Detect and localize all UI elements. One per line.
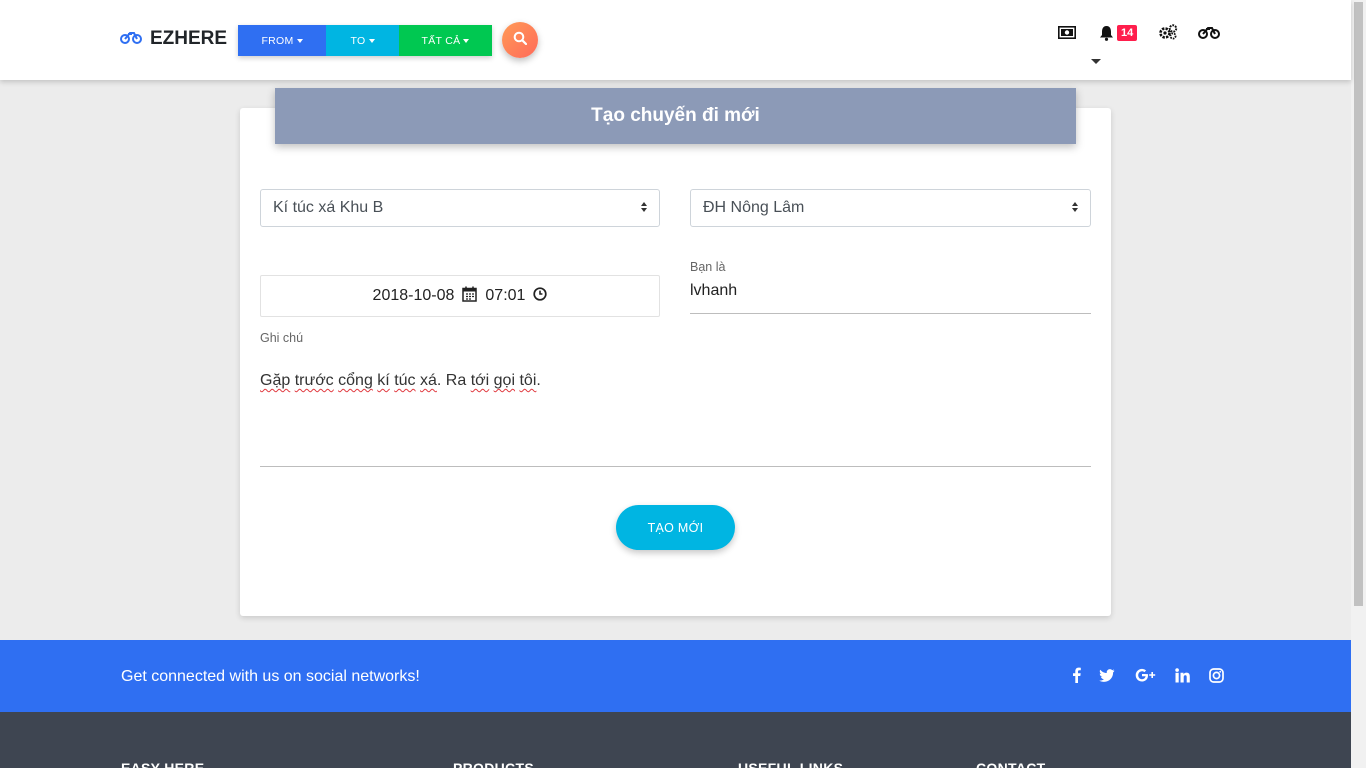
twitter-icon[interactable] [1098,666,1116,684]
from-location-select[interactable]: Kí túc xá Khu B [260,189,660,227]
note-word: kí [377,372,390,389]
from-location-value: Kí túc xá Khu B [273,199,384,216]
create-trip-button[interactable]: TẠO MỚI [616,505,735,550]
date-value: 2018-10-08 [372,287,455,304]
bell-icon[interactable] [1098,24,1114,41]
motorcycle-icon [120,28,142,50]
note-word: gọi [493,372,516,389]
calendar-icon[interactable] [462,286,478,307]
to-label: TO [350,34,366,47]
note-text: . Ra [436,372,471,389]
to-location-select[interactable]: ĐH Nông Lâm [690,189,1091,227]
note-label: Ghi chú [260,331,304,345]
vertical-scrollbar[interactable] [1351,0,1366,768]
note-word: tôi [519,372,537,389]
caret-down-icon [463,38,470,43]
from-label: FROM [261,34,294,47]
gears-icon[interactable] [1159,24,1178,40]
all-dropdown-button[interactable]: TẤT CẢ [399,25,492,56]
brand[interactable]: EZHERE [120,28,227,50]
search-icon [513,31,528,50]
linkedin-icon[interactable] [1173,666,1191,684]
caret-down-icon [296,38,303,43]
note-word: tới [470,372,490,389]
footer-heading-easy-here: EASY HERE [121,760,205,768]
brand-name: EZHERE [150,28,228,49]
note-text: . [536,372,541,389]
user-input[interactable]: lvhanh [690,276,1091,314]
datetime-picker[interactable]: 2018-10-08 07:01 [260,275,660,317]
note-word: xá [420,372,437,389]
notification-badge: 14 [1117,25,1138,41]
clock-icon[interactable] [533,286,548,306]
scrollbar-thumb[interactable] [1354,2,1363,606]
card-title: Tạo chuyến đi mới [275,88,1076,144]
user-label: Bạn là [690,260,726,274]
money-icon[interactable] [1058,25,1076,39]
footer-heading-contact: CONTACT [976,760,1046,768]
motorcycle-icon[interactable] [1198,25,1220,39]
top-navbar: EZHERE FROM TO TẤT CẢ 14 [0,0,1351,80]
footer-heading-products: PRODUCTS [453,760,534,768]
to-dropdown-button[interactable]: TO [326,25,399,56]
facebook-icon[interactable] [1067,666,1085,684]
google-plus-icon[interactable] [1134,666,1158,684]
caret-down-icon[interactable] [1091,59,1101,64]
search-button[interactable] [502,22,538,58]
note-textarea[interactable]: Gặp trước cổng kí túc xá. Ra tới gọi tôi… [260,366,1091,467]
select-arrows-icon [641,202,647,212]
note-word: túc [394,372,416,389]
select-arrows-icon [1072,202,1078,212]
note-word: Gặp [260,372,291,389]
social-text: Get connected with us on social networks… [121,668,420,685]
instagram-icon[interactable] [1207,666,1225,684]
footer-heading-useful-links: USEFUL LINKS [738,760,844,768]
filter-button-group: FROM TO TẤT CẢ [238,25,492,56]
time-value: 07:01 [485,287,526,304]
from-dropdown-button[interactable]: FROM [238,25,326,56]
caret-down-icon [368,38,375,43]
note-word: trước [294,372,334,389]
to-location-value: ĐH Nông Lâm [703,199,805,216]
note-word: cổng [338,372,373,389]
all-label: TẤT CẢ [421,34,461,47]
